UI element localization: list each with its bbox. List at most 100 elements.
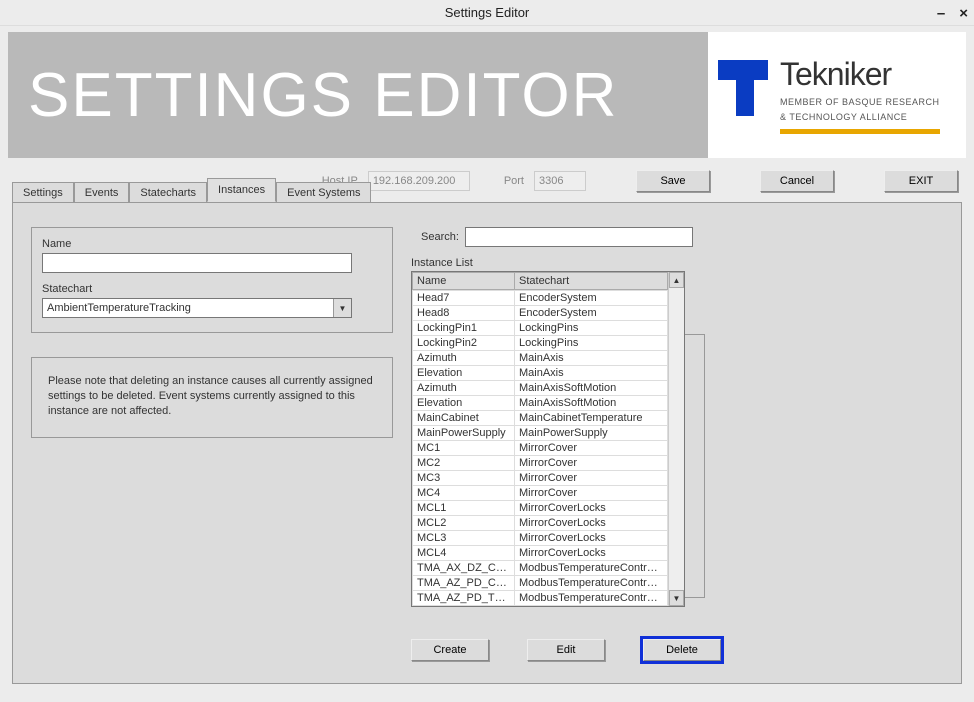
window-controls: – × — [937, 0, 968, 26]
cell-statechart: MainAxisSoftMotion — [515, 396, 668, 411]
window-title: Settings Editor — [445, 5, 530, 20]
minimize-icon[interactable]: – — [937, 5, 945, 22]
cell-statechart: LockingPins — [515, 336, 668, 351]
tab-instances[interactable]: Instances — [207, 178, 276, 202]
cell-name: LockingPin2 — [413, 336, 515, 351]
table-row[interactable]: MCL3MirrorCoverLocks — [413, 531, 668, 546]
cell-name: Azimuth — [413, 381, 515, 396]
port-input[interactable] — [534, 171, 586, 191]
note-group: Please note that deleting an instance ca… — [31, 357, 393, 438]
list-side-panel — [685, 334, 705, 598]
table-row[interactable]: MC3MirrorCover — [413, 471, 668, 486]
cell-statechart: MainCabinetTemperature — [515, 411, 668, 426]
col-header-statechart[interactable]: Statechart — [515, 273, 668, 290]
name-input[interactable] — [42, 253, 352, 273]
table-row[interactable]: TMA_AZ_PD_CBT_0ModbusTemperatureControll… — [413, 576, 668, 591]
cell-statechart: MirrorCover — [515, 441, 668, 456]
tab-content-instances: Name Statechart AmbientTemperatureTracki… — [12, 202, 962, 684]
cell-name: MCL1 — [413, 501, 515, 516]
cell-name: MC2 — [413, 456, 515, 471]
table-row[interactable]: MCL4MirrorCoverLocks — [413, 546, 668, 561]
table-row[interactable]: LockingPin1LockingPins — [413, 321, 668, 336]
search-label: Search: — [421, 231, 459, 243]
cell-name: LockingPin1 — [413, 321, 515, 336]
cell-statechart: EncoderSystem — [515, 291, 668, 306]
cell-name: TMA_AZ_PD_CBT_0 — [413, 576, 515, 591]
table-row[interactable]: MC2MirrorCover — [413, 456, 668, 471]
cell-statechart: MirrorCoverLocks — [515, 531, 668, 546]
cell-name: MainCabinet — [413, 411, 515, 426]
col-header-name[interactable]: Name — [413, 273, 515, 290]
table-row[interactable]: AzimuthMainAxis — [413, 351, 668, 366]
cell-statechart: MirrorCoverLocks — [515, 501, 668, 516]
cell-statechart: MirrorCoverLocks — [515, 546, 668, 561]
edit-button[interactable]: Edit — [527, 639, 605, 661]
cell-statechart: MainPowerSupply — [515, 426, 668, 441]
table-row[interactable]: MCL2MirrorCoverLocks — [413, 516, 668, 531]
cell-statechart: ModbusTemperatureController — [515, 561, 668, 576]
search-input[interactable] — [465, 227, 693, 247]
create-button[interactable]: Create — [411, 639, 489, 661]
table-row[interactable]: MC1MirrorCover — [413, 441, 668, 456]
scroll-track[interactable] — [669, 288, 684, 590]
instance-list-table[interactable]: Name Statechart Head7EncoderSystemHead8E… — [411, 271, 685, 607]
cell-statechart: LockingPins — [515, 321, 668, 336]
cell-statechart: MirrorCoverLocks — [515, 516, 668, 531]
banner-title: SETTINGS EDITOR — [28, 60, 618, 131]
cell-statechart: MirrorCover — [515, 486, 668, 501]
table-row[interactable]: TMA_AX_DZ_CBT_0ModbusTemperatureControll… — [413, 561, 668, 576]
host-ip-input[interactable] — [368, 171, 470, 191]
cell-statechart: MainAxis — [515, 351, 668, 366]
cell-name: Elevation — [413, 396, 515, 411]
table-row[interactable]: TMA_EL_PD_CBT_0ModbusTemperatureControll… — [413, 606, 668, 607]
table-row[interactable]: MainCabinetMainCabinetTemperature — [413, 411, 668, 426]
cell-statechart: MirrorCover — [515, 471, 668, 486]
statechart-combo-value: AmbientTemperatureTracking — [47, 302, 191, 314]
vertical-scrollbar[interactable]: ▲ ▼ — [668, 272, 684, 606]
logo-sub1: MEMBER OF BASQUE RESEARCH — [780, 97, 940, 108]
cell-name: MCL3 — [413, 531, 515, 546]
cell-name: Elevation — [413, 366, 515, 381]
table-row[interactable]: Head7EncoderSystem — [413, 291, 668, 306]
table-row[interactable]: MCL1MirrorCoverLocks — [413, 501, 668, 516]
logo: Tekniker MEMBER OF BASQUE RESEARCH & TEC… — [708, 32, 966, 158]
table-row[interactable]: AzimuthMainAxisSoftMotion — [413, 381, 668, 396]
cell-name: MainPowerSupply — [413, 426, 515, 441]
close-icon[interactable]: × — [959, 5, 968, 22]
table-row[interactable]: ElevationMainAxis — [413, 366, 668, 381]
titlebar: Settings Editor – × — [0, 0, 974, 26]
statechart-combo[interactable]: AmbientTemperatureTracking ▼ — [42, 298, 352, 318]
tab-settings[interactable]: Settings — [12, 182, 74, 203]
table-row[interactable]: Head8EncoderSystem — [413, 306, 668, 321]
cell-name: TMA_AZ_PD_TRM_0 — [413, 591, 515, 606]
cell-statechart: ModbusTemperatureController — [515, 576, 668, 591]
logo-mark-icon — [718, 60, 768, 130]
logo-name: Tekniker — [780, 56, 940, 93]
exit-button[interactable]: EXIT — [884, 170, 958, 192]
scroll-up-icon[interactable]: ▲ — [669, 272, 684, 288]
delete-button[interactable]: Delete — [643, 639, 721, 661]
scroll-down-icon[interactable]: ▼ — [669, 590, 684, 606]
cell-name: TMA_EL_PD_CBT_0 — [413, 606, 515, 607]
tab-events[interactable]: Events — [74, 182, 130, 203]
tab-event-systems[interactable]: Event Systems — [276, 182, 371, 203]
table-row[interactable]: LockingPin2LockingPins — [413, 336, 668, 351]
table-row[interactable]: MainPowerSupplyMainPowerSupply — [413, 426, 668, 441]
banner: SETTINGS EDITOR Tekniker MEMBER OF BASQU… — [8, 32, 966, 158]
chevron-down-icon[interactable]: ▼ — [333, 299, 351, 317]
cell-statechart: ModbusTemperatureController — [515, 591, 668, 606]
cell-statechart: ModbusTemperatureController — [515, 606, 668, 607]
tab-row: Settings Events Statecharts Instances Ev… — [12, 178, 371, 202]
table-row[interactable]: TMA_AZ_PD_TRM_0ModbusTemperatureControll… — [413, 591, 668, 606]
name-label: Name — [42, 238, 382, 250]
statechart-label: Statechart — [42, 283, 382, 295]
tab-statecharts[interactable]: Statecharts — [129, 182, 207, 203]
save-button[interactable]: Save — [636, 170, 710, 192]
cell-name: MC4 — [413, 486, 515, 501]
cell-name: MC3 — [413, 471, 515, 486]
table-row[interactable]: ElevationMainAxisSoftMotion — [413, 396, 668, 411]
cell-name: MCL4 — [413, 546, 515, 561]
cancel-button[interactable]: Cancel — [760, 170, 834, 192]
table-row[interactable]: MC4MirrorCover — [413, 486, 668, 501]
cell-name: Head7 — [413, 291, 515, 306]
